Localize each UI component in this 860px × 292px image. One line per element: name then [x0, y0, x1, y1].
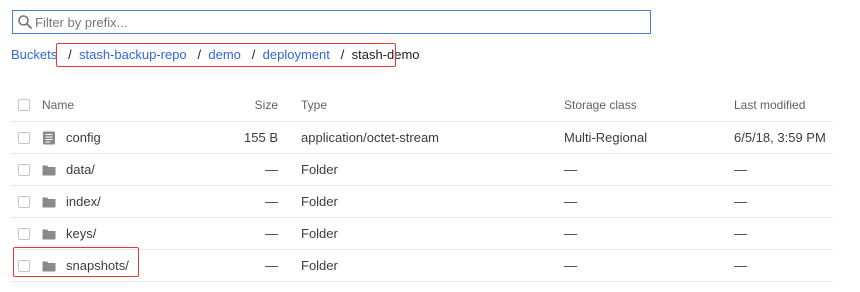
- object-size: —: [265, 226, 278, 241]
- folder-icon: [42, 261, 56, 271]
- breadcrumb: Buckets / stash-backup-repo / demo / dep…: [11, 47, 420, 63]
- object-name-link[interactable]: keys/: [66, 226, 96, 241]
- object-type: application/octet-stream: [301, 130, 440, 145]
- row-checkbox[interactable]: [18, 195, 30, 208]
- breadcrumb-separator: /: [340, 47, 345, 62]
- object-size: 155 B: [244, 130, 278, 145]
- file-icon: [43, 131, 55, 144]
- objects-table: Name Size Type Storage class Last modifi…: [11, 89, 833, 282]
- filter-input[interactable]: [35, 12, 635, 32]
- folder-icon: [42, 165, 56, 175]
- table-row[interactable]: keys/ — Folder — —: [11, 218, 833, 250]
- object-type: Folder: [301, 226, 338, 241]
- select-all-checkbox[interactable]: [18, 99, 30, 111]
- object-last-modified: —: [734, 226, 747, 241]
- table-row[interactable]: index/ — Folder — —: [11, 186, 833, 218]
- object-last-modified: —: [734, 194, 747, 209]
- object-last-modified: 6/5/18, 3:59 PM: [734, 130, 826, 145]
- table-row[interactable]: snapshots/ — Folder — —: [11, 250, 833, 282]
- object-type: Folder: [301, 162, 338, 177]
- breadcrumb-item-deployment[interactable]: deployment: [263, 47, 330, 62]
- table-row[interactable]: data/ — Folder — —: [11, 154, 833, 186]
- object-size: —: [265, 258, 278, 273]
- object-size: —: [265, 162, 278, 177]
- object-type: Folder: [301, 194, 338, 209]
- breadcrumb-separator: /: [251, 47, 256, 62]
- object-storage-class: —: [564, 226, 577, 241]
- row-checkbox[interactable]: [18, 259, 30, 272]
- column-header-name[interactable]: Name: [42, 89, 74, 121]
- row-checkbox[interactable]: [18, 131, 30, 144]
- folder-icon: [42, 229, 56, 239]
- breadcrumb-separator: /: [68, 47, 72, 62]
- object-storage-class: Multi-Regional: [564, 130, 648, 145]
- object-storage-class: —: [564, 162, 577, 177]
- object-name-link[interactable]: config: [66, 130, 101, 145]
- object-name-link[interactable]: index/: [66, 194, 101, 209]
- object-last-modified: —: [734, 162, 747, 177]
- table-header-row: Name Size Type Storage class Last modifi…: [11, 89, 833, 122]
- folder-icon: [42, 197, 56, 207]
- filter-box[interactable]: [12, 10, 651, 34]
- object-name-link[interactable]: snapshots/: [66, 258, 129, 273]
- object-size: —: [265, 194, 278, 209]
- table-row[interactable]: config 155 B application/octet-stream Mu…: [11, 122, 833, 154]
- search-icon: [18, 15, 32, 29]
- row-checkbox[interactable]: [18, 227, 30, 240]
- object-last-modified: —: [734, 258, 747, 273]
- object-storage-class: —: [564, 194, 577, 209]
- row-checkbox[interactable]: [18, 163, 30, 176]
- object-type: Folder: [301, 258, 338, 273]
- column-header-last-modified[interactable]: Last modified: [734, 89, 805, 121]
- breadcrumb-current: stash-demo: [351, 47, 420, 62]
- column-header-storage-class[interactable]: Storage class: [564, 89, 637, 121]
- object-name-link[interactable]: data/: [66, 162, 95, 177]
- object-storage-class: —: [564, 258, 577, 273]
- breadcrumb-item-demo[interactable]: demo: [208, 47, 241, 62]
- breadcrumb-buckets-link[interactable]: Buckets: [11, 47, 57, 62]
- breadcrumb-separator: /: [197, 47, 202, 62]
- column-header-size[interactable]: Size: [255, 89, 278, 121]
- breadcrumb-item-stash-backup-repo[interactable]: stash-backup-repo: [79, 47, 187, 62]
- column-header-type[interactable]: Type: [301, 89, 327, 121]
